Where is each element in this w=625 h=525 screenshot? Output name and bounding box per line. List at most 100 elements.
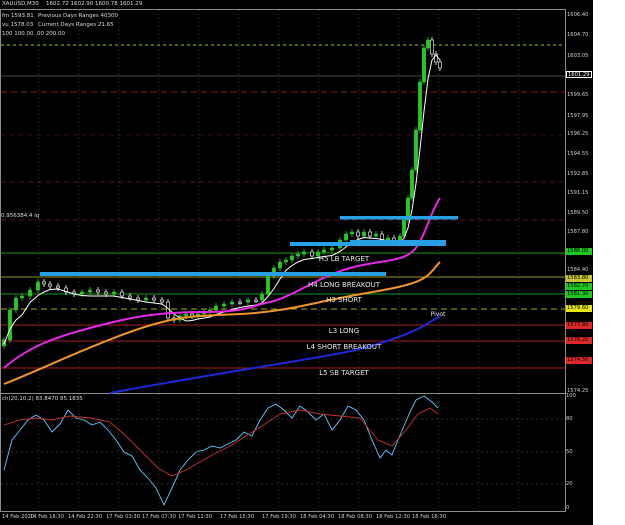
- info-row1-left: fm 1593.81: [2, 13, 34, 19]
- candle-body: [410, 169, 414, 199]
- candle-body: [96, 289, 100, 293]
- price-axis-label: 1583.80: [566, 275, 592, 282]
- price-axis-label: 1581.30: [566, 291, 592, 298]
- candle-body: [350, 231, 354, 235]
- time-axis-label: 17 Feb 07:30: [142, 514, 177, 520]
- left-indicator-label: 0.956384.4 lq: [1, 213, 40, 219]
- level-label-h5: H5 LB TARGET: [318, 255, 370, 263]
- candle-body: [214, 305, 218, 311]
- price-axis-label: 1592.85: [567, 171, 589, 177]
- candle-body: [330, 247, 334, 251]
- page-margin: [593, 0, 625, 525]
- price-axis-label: 1589.50: [567, 210, 589, 216]
- level-label-h3: H3 SHORT: [326, 296, 362, 304]
- time-axis-label: 18 Feb 12:30: [376, 514, 411, 520]
- ma-blue-line: [109, 315, 441, 394]
- time-axis-label: 17 Feb 11:30: [178, 514, 213, 520]
- price-axis-label: 1582.70: [566, 283, 592, 290]
- candle-body: [80, 291, 84, 295]
- oscillator-axis-label: 20: [566, 481, 573, 487]
- candle-body: [20, 295, 24, 299]
- oscillator-title: ch(20,10,2) 83.8470 85.1835: [2, 396, 83, 402]
- chart-window[interactable]: XAUUSD,M30 1602.72 1602.90 1600.78 1601.…: [0, 0, 593, 525]
- level-label-l4: L4 SHORT BREAKOUT: [306, 343, 382, 351]
- candle-body: [284, 259, 288, 263]
- price-axis-label: 1577.90: [566, 322, 592, 329]
- candle-body: [290, 255, 294, 261]
- candle-body: [418, 81, 422, 131]
- ma-white-line: [3, 54, 441, 345]
- price-axis-label: 1597.95: [567, 113, 589, 119]
- candle-body: [144, 297, 148, 301]
- time-axis-label: 18 Feb 16:30: [412, 514, 447, 520]
- candle-body: [8, 309, 12, 341]
- candle-body: [402, 219, 406, 237]
- candle-body: [386, 237, 390, 241]
- candle-body: [28, 289, 32, 297]
- price-axis-label: 1603.05: [567, 53, 589, 59]
- candle-body: [230, 301, 234, 305]
- candle-body: [152, 297, 156, 301]
- candle-body: [56, 285, 60, 289]
- price-axis-label: 1606.40: [567, 12, 589, 18]
- zone-bar: [340, 216, 458, 220]
- candle-body: [42, 281, 46, 285]
- price-axis-label: 1594.55: [567, 151, 589, 157]
- candle-body: [48, 283, 52, 287]
- candle-body: [296, 253, 300, 257]
- info-row3: 100 100.00 .00 200.00: [2, 31, 65, 37]
- oscillator-axis-label: 100: [566, 393, 576, 399]
- candle-body: [414, 129, 418, 171]
- oscillator-axis-label: 0: [566, 505, 570, 511]
- candle-body: [430, 39, 434, 55]
- price-axis-label: 1601.29: [566, 71, 592, 78]
- candle-body: [278, 261, 282, 269]
- candle-body: [438, 61, 442, 69]
- price-pane-frame: [0, 9, 566, 394]
- candle-body: [426, 39, 430, 49]
- candle-body: [136, 297, 140, 301]
- candle-body: [104, 291, 108, 295]
- candle-body: [222, 303, 226, 307]
- zone-bar: [350, 240, 446, 243]
- candle-body: [344, 233, 348, 241]
- time-axis-label: 18 Feb 08:30: [338, 514, 373, 520]
- candle-body: [14, 297, 18, 311]
- level-label-l3: L3 LONG: [328, 327, 360, 335]
- oscillator-pane-frame: [0, 393, 566, 512]
- oscillator-axis-label: 50: [566, 449, 573, 455]
- candle-body: [36, 281, 40, 291]
- candle-body: [266, 275, 270, 295]
- candle-body: [128, 295, 132, 299]
- candle-body: [322, 249, 326, 253]
- price-axis-label: 1587.80: [567, 229, 589, 235]
- time-axis-label: 18 Feb 04:30: [300, 514, 335, 520]
- candle-body: [368, 231, 372, 237]
- price-axis-label: 1586.00: [566, 248, 592, 255]
- candle-body: [422, 47, 426, 83]
- price-axis-label: 1599.65: [567, 92, 589, 98]
- info-row1-right: Previous Days Ranges 40300: [38, 13, 119, 19]
- time-axis-label: 17 Feb 15:30: [220, 514, 255, 520]
- level-label-h4: H4 LONG BREAKOUT: [308, 281, 380, 289]
- candle-body: [374, 233, 378, 237]
- time-axis-label: 14 Feb 18:30: [30, 514, 65, 520]
- price-axis-label: 1574.50: [566, 357, 592, 364]
- oscillator-axis-label: 80: [566, 416, 573, 422]
- level-label-pivot: Pivot: [430, 311, 446, 318]
- candle-body: [246, 299, 250, 303]
- price-axis-label: 1596.25: [567, 131, 589, 137]
- candle-body: [238, 301, 242, 304]
- level-label-l5: L5 SB TARGET: [319, 369, 369, 377]
- candle-body: [260, 293, 264, 301]
- price-axis-label: 1604.70: [567, 32, 589, 38]
- price-chart[interactable]: [0, 0, 593, 525]
- candle-body: [254, 299, 258, 302]
- chart-ohlc: 1602.72 1602.90 1600.78 1601.29: [46, 1, 143, 7]
- candle-body: [88, 289, 92, 293]
- time-axis-label: 17 Feb 03:30: [106, 514, 141, 520]
- price-axis-label: 1579.60: [566, 305, 592, 312]
- candle-body: [362, 231, 366, 237]
- candle-body: [310, 251, 314, 257]
- candle-body: [160, 299, 164, 303]
